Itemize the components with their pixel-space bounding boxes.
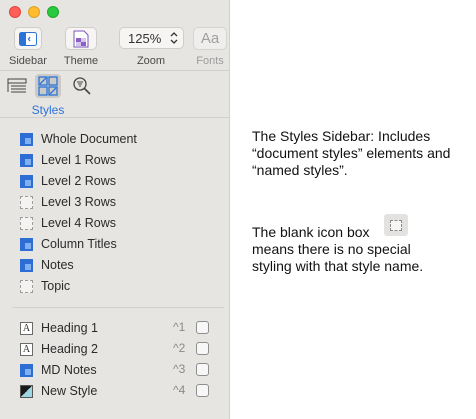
style-label: Heading 2 — [41, 342, 98, 356]
zoom-select[interactable]: 125% — [119, 27, 184, 49]
explanation-paragraph-1: The Styles Sidebar: Includes “document s… — [252, 128, 451, 178]
blank-style-icon — [20, 195, 33, 209]
tab-filter-search[interactable] — [69, 74, 95, 98]
style-checkbox[interactable] — [196, 363, 209, 376]
styles-divider — [12, 307, 224, 308]
style-label: MD Notes — [41, 363, 97, 377]
sidebar-icon — [19, 31, 37, 46]
zoom-label: Zoom — [136, 55, 166, 67]
close-window-button[interactable] — [9, 6, 21, 18]
style-label: Whole Document — [41, 132, 137, 146]
stepper-icon — [170, 32, 178, 44]
explanation-line: means there is no special styling with t… — [252, 241, 424, 274]
named-style-new-style[interactable]: New Style — [20, 382, 97, 400]
style-label: Topic — [41, 279, 71, 293]
named-style-md-notes[interactable]: MD Notes — [20, 361, 97, 379]
theme-icon — [73, 30, 89, 47]
shortcut-label: ^1 — [173, 320, 186, 334]
sidebar-label: Sidebar — [9, 55, 47, 67]
shortcut-label: ^3 — [173, 362, 186, 376]
named-style-heading-1[interactable]: A Heading 1 — [20, 319, 98, 337]
style-row-column-titles[interactable]: Column Titles — [20, 235, 117, 253]
style-label: Column Titles — [41, 237, 117, 251]
style-row-level-1-rows[interactable]: Level 1 Rows — [20, 151, 116, 169]
minimize-window-button[interactable] — [28, 6, 40, 18]
explanation-paragraph-2: The blank icon box means there is no spe… — [252, 224, 452, 275]
style-label: New Style — [41, 384, 98, 398]
tab-styles-label: Styles — [31, 103, 65, 117]
filter-search-icon — [73, 77, 91, 95]
style-row-notes[interactable]: Notes — [20, 256, 74, 274]
style-row-whole-document[interactable]: Whole Document — [20, 130, 137, 148]
style-row-topic[interactable]: Topic — [20, 277, 70, 295]
style-swatch-icon — [20, 132, 33, 146]
theme-label: Theme — [63, 55, 99, 67]
explanation-line: The blank icon box — [252, 224, 370, 240]
fonts-icon: Aa — [200, 30, 220, 47]
fonts-button[interactable]: Aa — [193, 27, 227, 50]
style-swatch-icon — [20, 153, 33, 167]
style-swatch-icon — [20, 174, 33, 188]
zoom-window-button[interactable] — [47, 6, 59, 18]
shortcut-label: ^4 — [173, 383, 186, 397]
blank-style-icon — [20, 216, 33, 230]
theme-button[interactable] — [65, 27, 97, 50]
styles-sidebar: Sidebar Theme 125% Zoom Aa Fonts Styles … — [0, 0, 230, 419]
sidebar-toggle-button[interactable] — [14, 27, 42, 50]
toolbar-divider — [0, 70, 230, 71]
style-row-level-4-rows[interactable]: Level 4 Rows — [20, 214, 116, 232]
style-checkbox[interactable] — [196, 342, 209, 355]
style-label: Level 1 Rows — [41, 153, 117, 167]
style-swatch-icon — [20, 237, 33, 251]
style-label: Notes — [41, 258, 74, 272]
style-checkbox[interactable] — [196, 384, 209, 397]
style-swatch-icon — [20, 258, 33, 272]
tabs-divider — [0, 117, 230, 118]
style-row-level-2-rows[interactable]: Level 2 Rows — [20, 172, 116, 190]
zoom-value: 125% — [128, 30, 162, 46]
outline-icon — [7, 78, 27, 93]
styles-icon — [38, 76, 58, 96]
text-style-icon: A — [20, 342, 33, 356]
named-style-heading-2[interactable]: A Heading 2 — [20, 340, 98, 358]
blank-style-icon — [20, 279, 33, 293]
style-checkbox[interactable] — [196, 321, 209, 334]
style-label: Level 2 Rows — [41, 174, 117, 188]
tab-styles[interactable] — [35, 74, 61, 98]
text-style-icon: A — [20, 321, 33, 335]
tab-outline[interactable] — [4, 74, 30, 98]
style-label: Level 4 Rows — [41, 216, 117, 230]
shortcut-label: ^2 — [173, 341, 186, 355]
style-label: Heading 1 — [41, 321, 98, 335]
style-swatch-icon — [20, 384, 33, 398]
blank-style-icon — [384, 214, 408, 236]
fonts-label: Fonts — [196, 55, 224, 67]
style-label: Level 3 Rows — [41, 195, 117, 209]
style-swatch-icon — [20, 363, 33, 377]
style-row-level-3-rows[interactable]: Level 3 Rows — [20, 193, 116, 211]
